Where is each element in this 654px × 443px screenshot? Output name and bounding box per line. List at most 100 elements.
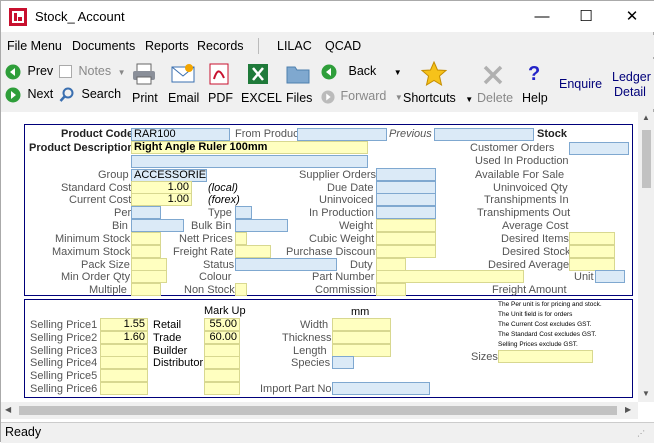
search-button[interactable]: Search [59,87,121,103]
thickness-field[interactable] [332,331,391,344]
note-line-2: The Unit field is for orders [498,311,573,318]
min-order-qty-field[interactable] [131,270,167,283]
part-number-field[interactable] [376,270,524,283]
import-part-no-field[interactable] [332,382,430,395]
desired-stock-field[interactable] [569,245,615,258]
window-title: Stock_ Account [35,9,125,24]
species-field[interactable] [332,356,354,369]
weight-field[interactable] [376,219,436,232]
help-button[interactable]: Help [522,91,548,105]
multiple-label: Multiple [89,284,127,296]
maximize-button[interactable]: ☐ [563,1,609,32]
maximum-stock-label: Maximum Stock [52,246,131,258]
previous-field[interactable] [434,128,534,141]
detail-button[interactable]: Detail [614,85,646,99]
distributor-markup-field[interactable] [204,356,240,369]
menu-documents[interactable]: Documents [72,39,135,53]
desired-items-field[interactable] [569,232,615,245]
ledger-button[interactable]: Ledger [612,70,651,84]
enquire-button[interactable]: Enquire [559,77,602,91]
notes-button[interactable]: Notes ▼ [59,64,126,79]
menu-file[interactable]: File Menu [7,39,62,53]
scroll-right-icon[interactable]: ▶ [625,405,631,414]
scroll-left-icon[interactable]: ◀ [5,405,11,414]
product-code-field[interactable]: RAR100 [131,128,230,141]
form-area: Product Code RAR100 From Product Previou… [1,112,654,422]
scroll-down-icon[interactable]: ▼ [642,389,650,398]
excel-button[interactable]: EXCEL [241,91,282,105]
nett-prices-label: Nett Prices [179,233,233,245]
horizontal-scrollbar[interactable]: ◀ ▶ [1,402,638,419]
multiple-field[interactable] [131,283,161,296]
scroll-up-icon[interactable]: ▲ [642,113,650,122]
part-number-label: Part Number [312,271,375,283]
from-product-field[interactable] [297,128,387,141]
retail-markup-field[interactable]: 55.00 [204,318,240,331]
bulk-bin-field[interactable] [235,219,288,232]
maximum-stock-field[interactable] [131,245,161,258]
resize-grip-icon[interactable]: ⋰ [637,429,645,438]
email-button[interactable]: Email [168,91,199,105]
minimize-button[interactable]: — [519,1,565,32]
per-field[interactable] [131,206,161,219]
cubic-weight-field[interactable] [376,232,436,245]
selling-price5-field[interactable] [100,369,148,382]
width-field[interactable] [332,318,391,331]
product-description-field[interactable]: Right Angle Ruler 100mm [131,141,368,154]
type-label: Type [208,207,232,219]
menu-qcad[interactable]: QCAD [325,39,361,53]
from-product-label: From Product [235,128,302,140]
customer-orders-field[interactable] [569,142,629,155]
cubic-weight-label: Cubic Weight [309,233,375,245]
nett-prices-field[interactable] [235,232,247,245]
transhipments-in-label: Transhipments In [484,194,569,206]
unit-field[interactable] [595,270,625,283]
vertical-scrollbar[interactable]: ▲ ▼ [638,112,654,402]
selling-price4-field[interactable] [100,356,148,369]
purchase-discount-field[interactable] [376,245,436,258]
product-code-label: Product Code [61,128,134,140]
note-line-3: The Current Cost excludes GST. [498,321,592,328]
forward-button[interactable]: Forward ▼ [321,89,403,104]
selling-price6-field[interactable] [100,382,148,395]
title-bar: Stock_ Account — ☐ ✕ [1,1,654,32]
back-button[interactable]: Back ▼ [321,64,402,80]
print-button[interactable]: Print [132,91,158,105]
uninvoiced-field[interactable] [376,193,436,206]
selling-price2-field[interactable]: 1.60 [100,331,148,344]
bin-field[interactable] [131,219,184,232]
sizes-field[interactable] [498,350,593,363]
back-arrow-icon [321,64,337,80]
horizontal-scroll-thumb[interactable] [19,406,617,415]
markup5-field[interactable] [204,369,240,382]
in-production-field[interactable] [376,206,436,219]
current-cost-field[interactable]: 1.00 [131,193,192,206]
shortcuts-button[interactable]: Shortcuts ▼ [403,91,473,105]
next-button[interactable]: Next [5,87,53,103]
selling-price1-field[interactable]: 1.55 [100,318,148,331]
menu-lilac[interactable]: LILAC [277,39,312,53]
files-button[interactable]: Files [286,91,312,105]
delete-button[interactable]: Delete [477,91,513,105]
menu-records[interactable]: Records [197,39,244,53]
product-description-line2[interactable] [131,155,368,168]
menu-reports[interactable]: Reports [145,39,189,53]
colour-label: Colour [199,271,232,283]
vertical-scroll-thumb[interactable] [642,130,651,188]
non-stock-field[interactable] [235,283,247,296]
supplier-orders-label: Supplier Orders [299,169,377,181]
prev-button[interactable]: Prev [5,64,53,80]
close-button[interactable]: ✕ [609,1,654,32]
retail-label: Retail [153,319,182,331]
trade-markup-field[interactable]: 60.00 [204,331,240,344]
type-field[interactable] [235,206,252,219]
commission-field[interactable] [376,283,406,296]
minimum-stock-field[interactable] [131,232,161,245]
menu-bar: File Menu Documents Reports Records LILA… [1,35,654,57]
status-field[interactable] [235,258,337,271]
supplier-orders-field[interactable] [376,168,436,181]
markup6-field[interactable] [204,382,240,395]
freight-rate-field[interactable] [235,245,271,258]
pdf-button[interactable]: PDF [208,91,233,105]
standard-cost-label: Standard Cost [61,182,132,194]
